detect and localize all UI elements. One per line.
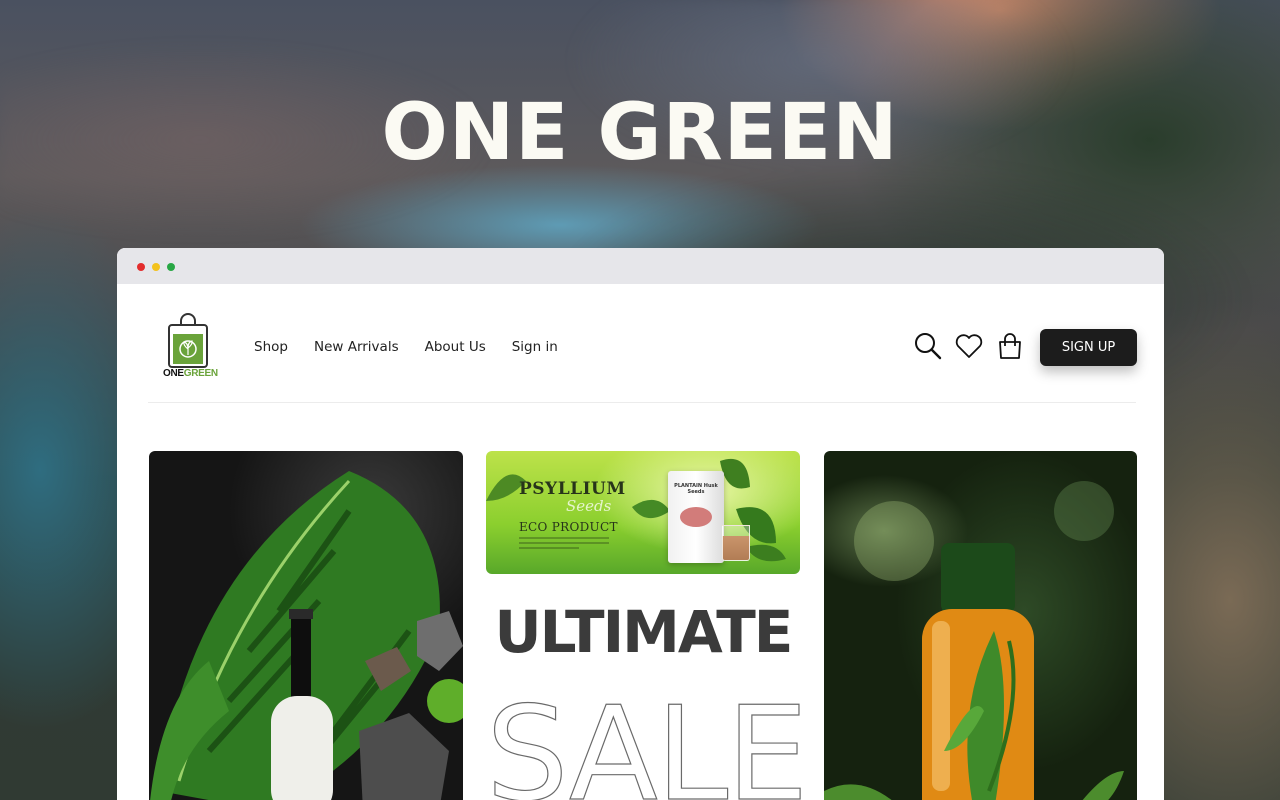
brand-logo[interactable]: ONEGREEN — [163, 312, 218, 384]
psyllium-banner[interactable]: PSYLLIUM Seeds ECO PRODUCT PLANTAIN Husk… — [486, 451, 800, 574]
pack-label: PLANTAIN Husk Seeds — [674, 483, 718, 495]
nav-link-about-us[interactable]: About Us — [425, 339, 486, 355]
seed-pile — [680, 507, 712, 527]
logo-wordmark: ONEGREEN — [163, 368, 218, 379]
banner-script: Seeds — [566, 497, 612, 515]
shopping-bag-leaf-icon — [168, 313, 208, 368]
site-navbar: ONEGREEN Shop New Arrivals About Us Sign… — [117, 284, 1164, 402]
banner-title: PSYLLIUM — [519, 479, 626, 499]
serum-product-image — [150, 471, 463, 800]
promo-sale: SALE — [485, 677, 809, 800]
hero-title: ONE GREEN — [381, 88, 899, 178]
nav-link-new-arrivals[interactable]: New Arrivals — [314, 339, 399, 355]
nav-divider — [148, 402, 1136, 403]
product-card-oil[interactable] — [824, 451, 1137, 800]
product-card-serum[interactable] — [149, 451, 463, 800]
browser-window: ONEGREEN Shop New Arrivals About Us Sign… — [117, 248, 1164, 800]
nav-link-shop[interactable]: Shop — [254, 339, 288, 355]
window-titlebar — [117, 248, 1164, 284]
nav-link-sign-in[interactable]: Sign in — [512, 339, 558, 355]
seed-pack: PLANTAIN Husk Seeds — [668, 471, 724, 563]
minimize-dot[interactable] — [152, 263, 160, 271]
nav-links: Shop New Arrivals About Us Sign in — [254, 339, 558, 355]
logo-text-accent: GREEN — [183, 368, 218, 379]
banner-fine-print — [519, 537, 609, 552]
promo-ultimate: ULTIMATE — [494, 598, 794, 666]
close-dot[interactable] — [137, 263, 145, 271]
drink-glass — [722, 525, 750, 561]
oil-bottle-image — [824, 481, 1124, 800]
maximize-dot[interactable] — [167, 263, 175, 271]
banner-subtitle: ECO PRODUCT — [519, 520, 618, 534]
search-icon[interactable] — [913, 331, 943, 361]
bag-icon[interactable] — [995, 331, 1025, 361]
logo-text-main: ONE — [163, 368, 184, 379]
heart-icon[interactable] — [954, 331, 984, 361]
sign-up-button[interactable]: SIGN UP — [1040, 329, 1137, 366]
banner-leaves — [486, 458, 786, 562]
nav-icons — [913, 331, 1025, 363]
